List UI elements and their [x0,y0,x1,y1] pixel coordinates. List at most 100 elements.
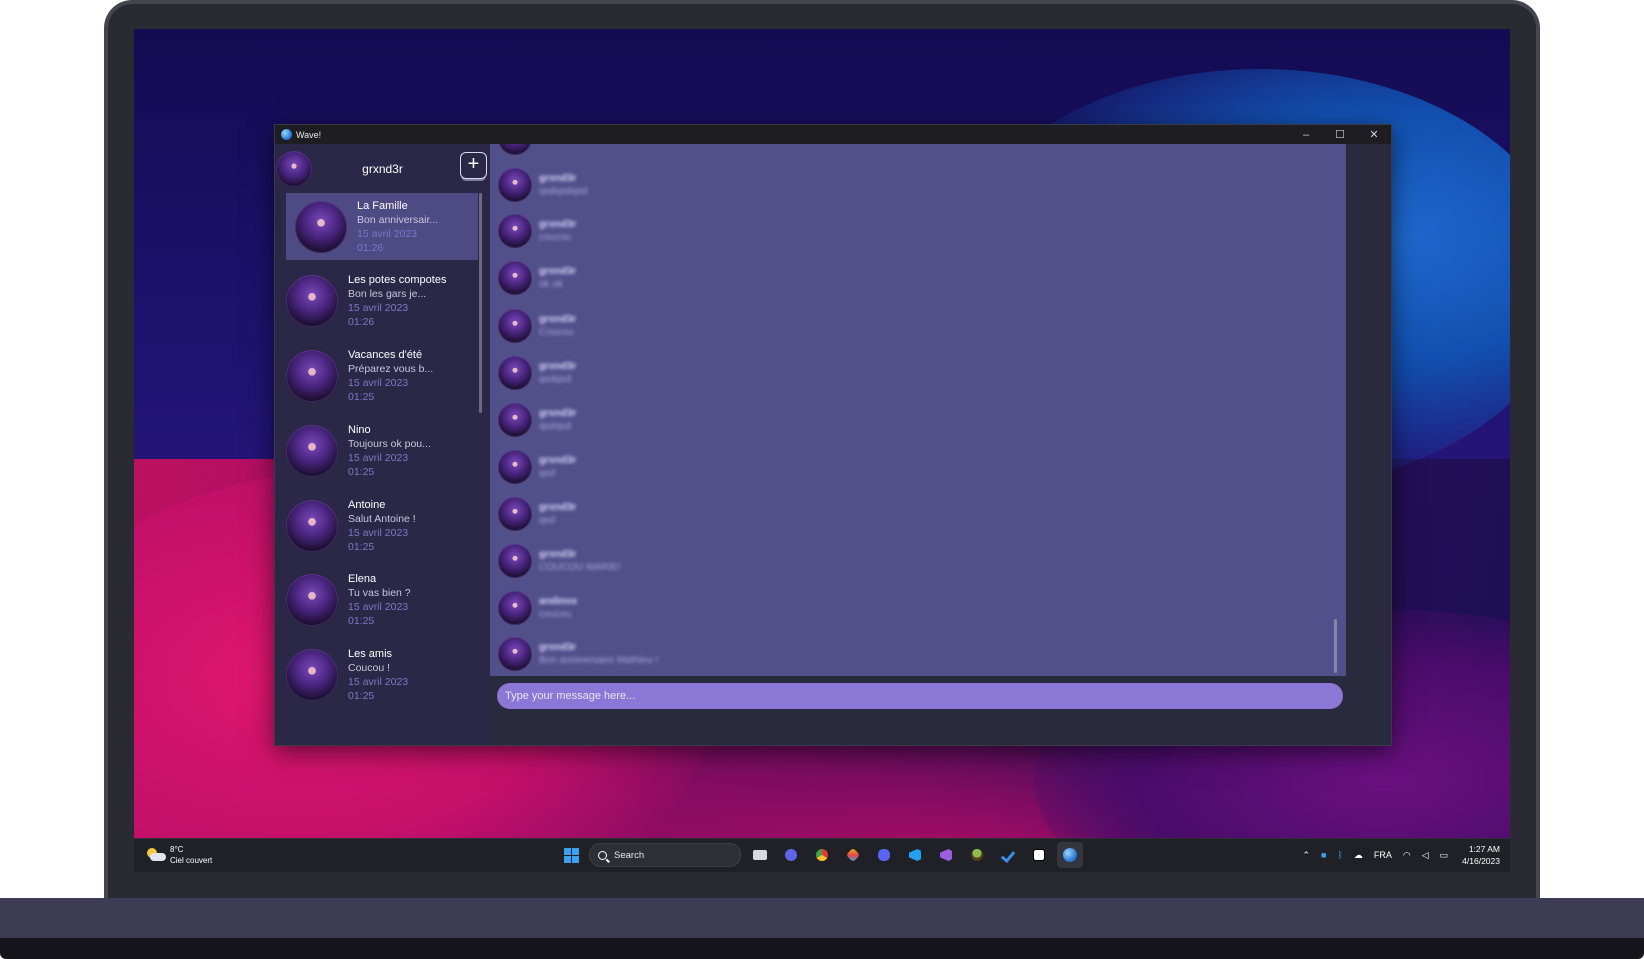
conversation-item[interactable]: Nino Toujours ok pou... 15 avril 2023 01… [286,417,480,484]
teams-chat-icon[interactable] [778,842,804,868]
message-item: grxnd3r qsdqsd [498,353,576,393]
conversation-avatar [286,275,338,328]
message-text: grxnd3r qsdqsd [539,360,576,386]
message-avatar [498,168,532,202]
todo-icon[interactable] [995,842,1021,868]
discord-icon[interactable] [871,842,897,868]
message-avatar [498,591,532,625]
user-name: grxnd3r [362,161,403,176]
message-input[interactable] [497,683,1343,709]
conversation-item[interactable]: Elena Tu vas bien ? 15 avril 2023 01:25 [286,567,480,634]
message-avatar [498,637,532,671]
conversation-item[interactable]: Les potes compotes Bon les gars je... 15… [286,268,480,335]
windows-taskbar: 8°C Ciel couvert Search ⌃ ■ ᛒ ☁ FRA ◠ ◁ … [134,838,1510,872]
tree-app-icon[interactable] [964,842,990,868]
conversation-text: Les potes compotes Bon les gars je... 15… [348,273,446,329]
system-tray: ⌃ ■ ᛒ ☁ FRA ◠ ◁ ▭ 1:27 AM 4/16/2023 [1291,843,1500,867]
task-view-icon[interactable] [747,842,773,868]
notion-icon[interactable] [1026,842,1052,868]
conversation-sidebar: grxnd3r + La Famille Bon anniversair... … [275,144,490,745]
wave-app-icon[interactable] [1057,842,1083,868]
message-text: grxnd3r COUCOU MARIE! [539,548,621,574]
close-button[interactable]: ✕ [1357,128,1391,141]
security-icon[interactable]: ■ [1321,850,1326,860]
message-item: grxnd3r qsd [498,494,576,534]
conversation-date: 15 avril 2023 [348,302,409,315]
conversation-name: Vacances d'été [348,349,423,362]
message-body: qsdqsd [539,374,572,385]
message-author: grxnd3r [539,502,577,513]
language-indicator[interactable]: FRA [1374,850,1392,860]
conversation-name: Elena [348,573,377,586]
volume-icon[interactable]: ◁ [1422,850,1429,861]
window-titlebar[interactable]: Wave! – ☐ ✕ [275,125,1391,144]
clock-date: 4/16/2023 [1462,856,1500,866]
message-author: grxnd3r [539,642,577,653]
message-text: grxnd3r coucou [539,218,576,244]
message-text: grxnd3r qsdqsdqsd [539,172,587,198]
message-item: grxnd3r qsdqsd [498,400,576,440]
message-body: qsdqsdqsd [539,186,588,197]
message-item: grxnd3r qsd [498,447,576,487]
conversation-date: 15 avril 2023 [348,676,409,689]
onedrive-icon[interactable]: ☁ [1354,850,1363,861]
wifi-icon[interactable]: ◠ [1403,850,1411,861]
taskbar-clock[interactable]: 1:27 AM 4/16/2023 [1462,843,1500,867]
message-author: grxnd3r [539,455,577,466]
laptop-base [0,898,1644,938]
message-author: grxnd3r [539,173,577,184]
conversation-time: 01:25 [348,465,375,478]
start-grid [563,847,579,863]
wave-app-icon [281,129,292,140]
weather-temperature: 8°C [170,845,184,854]
new-conversation-button[interactable]: + [460,152,487,179]
chrome-icon[interactable] [809,842,835,868]
message-text: grxnd3r qsd [539,454,576,480]
conversation-item[interactable]: Les amis Coucou ! 15 avril 2023 01:25 [286,642,480,709]
message-item: grxnd3r Bon anniversaire Mathieu ! [498,634,658,674]
conversation-text: Nino Toujours ok pou... 15 avril 2023 01… [348,423,431,479]
message-avatar [498,544,532,578]
conversation-preview: Toujours ok pou... [348,437,431,450]
weather-widget[interactable]: 8°C Ciel couvert [146,844,212,866]
conversation-text: Antoine Salut Antoine ! 15 avril 2023 01… [348,498,416,554]
message-item: grxnd3r coucou [498,211,576,251]
message-body: coucou [539,609,572,620]
message-item: grxnd3r COUCOU MARIE! [498,541,621,581]
conversation-preview: Coucou ! [348,662,391,675]
vscode-icon[interactable] [902,842,928,868]
conversation-time: 01:25 [348,615,375,628]
window-title: Wave! [296,129,322,140]
visual-studio-icon[interactable] [933,842,959,868]
conversation-date: 15 avril 2023 [348,601,409,614]
bluetooth-icon[interactable]: ᛒ [1337,850,1342,860]
minimize-button[interactable]: – [1289,129,1323,141]
cloudy-weather-icon [146,848,166,862]
message-author: grxnd3r [539,549,577,560]
conversation-preview: Tu vas bien ? [348,587,411,600]
message-body: qsd [539,515,556,526]
message-author: grxnd3r [539,361,577,372]
message-author: andinox [539,596,578,607]
sidebar-scrollbar[interactable] [479,193,482,413]
conversation-item[interactable]: Antoine Salut Antoine ! 15 avril 2023 01… [286,492,480,559]
message-text: grxnd3r qsdqsd [539,407,576,433]
windows-start-icon[interactable] [558,842,584,868]
conversation-text: Les amis Coucou ! 15 avril 2023 01:25 [348,647,408,703]
conversation-item[interactable]: La Famille Bon anniversair... 15 avril 2… [286,193,478,260]
taskbar-search[interactable]: Search [589,843,741,867]
message-text: andinox coucou [539,595,577,621]
wave-app-window: Wave! – ☐ ✕ grxnd3r + La Famille Bon ann… [274,124,1392,746]
taskbar-apps: Search [558,842,1088,868]
chat-scrollbar[interactable] [1334,619,1337,673]
git-icon[interactable] [840,842,866,868]
message-avatar [498,497,532,531]
message-author: grxnd3r [539,266,577,277]
message-item: grxnd3r ok ok [498,258,576,298]
conversation-item[interactable]: Vacances d'été Préparez vous b... 15 avr… [286,343,480,410]
chevron-up-icon[interactable]: ⌃ [1302,850,1310,861]
maximize-button[interactable]: ☐ [1323,128,1357,141]
battery-icon[interactable]: ▭ [1440,850,1449,861]
conversation-time: 01:26 [357,241,384,254]
cloud-shape [150,853,166,861]
